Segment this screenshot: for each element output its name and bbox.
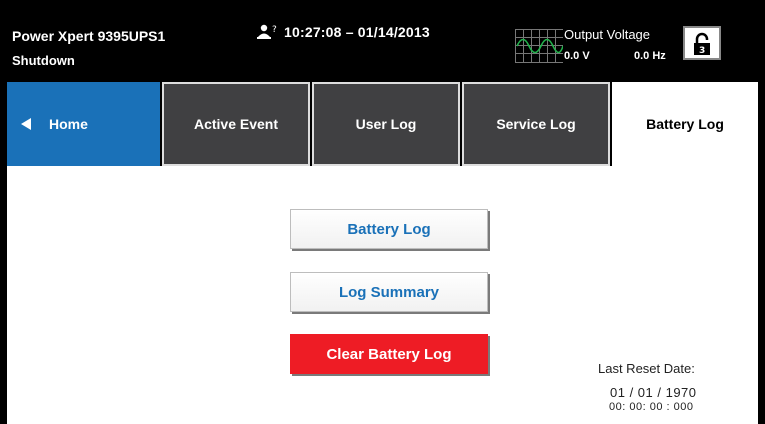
date-time: 10:27:08 – 01/14/2013 [284,24,430,40]
output-volts-value: 0.0 V [564,50,590,62]
device-name: Power Xpert 9395UPS1 [12,28,166,44]
tab-label: User Log [355,116,417,132]
lock-button[interactable]: 3 [683,26,721,60]
tab-label: Battery Log [646,116,724,132]
last-reset-label: Last Reset Date: [598,361,695,376]
tab-active-event[interactable]: Active Event [162,82,310,166]
tab-label: Home [49,116,88,132]
waveform-icon [515,29,563,63]
back-arrow-icon [21,118,31,130]
tab-label: Active Event [193,116,279,132]
ups-display-frame: Power Xpert 9395UPS1 Shutdown ? 10:27:08… [7,0,758,424]
status-header: Power Xpert 9395UPS1 Shutdown ? 10:27:08… [7,0,758,82]
battery-log-panel: Battery Log Log Summary Clear Battery Lo… [7,166,758,424]
tab-user-log[interactable]: User Log [312,82,460,166]
output-voltage-label: Output Voltage [564,27,651,42]
tab-bar: Home Active Event User Log Service Log B… [7,82,758,166]
device-status: Shutdown [12,53,75,68]
last-reset-date: 01 / 01 / 1970 [610,385,697,400]
tab-label: Service Log [496,116,576,132]
log-summary-button[interactable]: Log Summary [290,272,488,312]
lock-level-text: 3 [699,46,705,56]
tab-battery-log[interactable]: Battery Log [612,82,758,166]
last-reset-time: 00: 00: 00 : 000 [609,401,694,413]
user-level-icon[interactable]: ? [257,24,279,40]
tab-service-log[interactable]: Service Log [462,82,610,166]
unlock-icon: 3 [694,32,710,56]
clear-battery-log-button[interactable]: Clear Battery Log [290,334,488,374]
tab-home[interactable]: Home [7,82,160,166]
battery-log-button[interactable]: Battery Log [290,209,488,249]
output-frequency-value: 0.0 Hz [634,50,666,62]
user-level-text: ? [272,25,277,35]
